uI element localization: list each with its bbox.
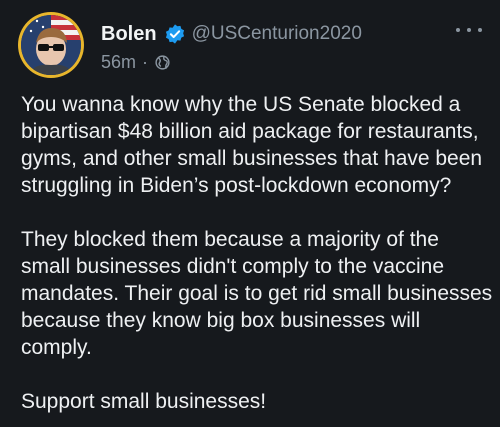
verified-badge-icon: [164, 23, 186, 45]
avatar-photo: [21, 15, 81, 75]
tweet-paragraph: You wanna know why the US Senate blocked…: [21, 93, 483, 197]
avatar-image-icon: [21, 15, 81, 75]
more-options-icon[interactable]: [456, 22, 482, 38]
author-row: Bolen @USCenturion2020: [101, 20, 362, 48]
user-handle[interactable]: @USCenturion2020: [192, 23, 362, 45]
display-name[interactable]: Bolen: [101, 23, 157, 46]
tweet-paragraph: Support small businesses!: [21, 390, 267, 413]
timestamp[interactable]: 56m: [101, 52, 136, 73]
globe-icon: [155, 55, 170, 70]
tweet-body: You wanna know why the US Senate blocked…: [21, 91, 493, 427]
meta-separator: ·: [142, 52, 149, 72]
tweet-paragraph: They blocked them because a majority of …: [21, 228, 493, 359]
avatar[interactable]: [18, 12, 84, 78]
tweet-meta: 56m ·: [101, 52, 171, 73]
